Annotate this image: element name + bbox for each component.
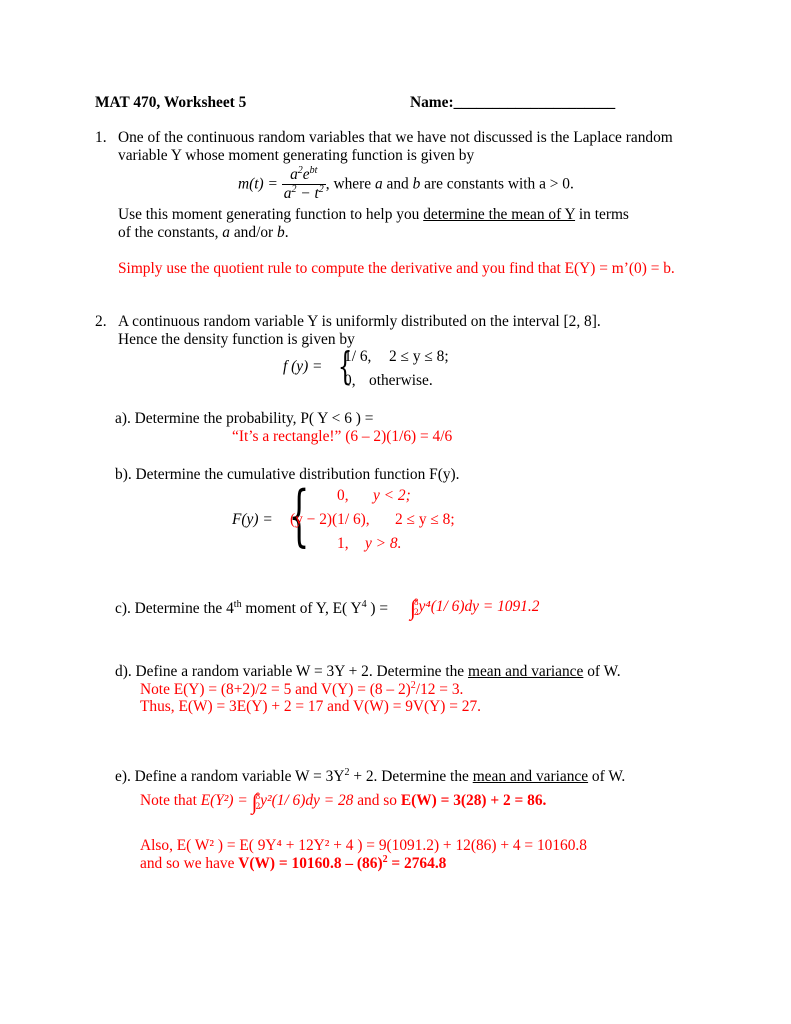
- density-case1-value: 1/ 6,: [344, 348, 372, 365]
- name-label: Name:: [410, 94, 454, 111]
- cdf-case2-value: (y − 2)(1/ 6),: [290, 511, 370, 528]
- density-case1-condition: 2 ≤ y ≤ 8;: [389, 348, 449, 365]
- density-lhs: f (y) =: [283, 358, 323, 375]
- mgf-tail: , where a and b are constants with a > 0…: [325, 175, 574, 193]
- cdf-case1-value: 0,: [337, 487, 349, 504]
- name-blank: _____________________: [453, 94, 616, 111]
- q1-underlined-task: determine the mean of Y: [423, 206, 576, 223]
- mgf-formula: m(t) = a2ebt a2 − t2 , where a and b are…: [238, 166, 574, 203]
- q2c-question: c). Determine the 4th moment of Y, E( Y4…: [115, 599, 389, 618]
- q2-number: 2.: [95, 313, 107, 330]
- name-field[interactable]: Name:_____________________: [410, 94, 615, 112]
- q1-instruction: Use this moment generating function to h…: [118, 206, 629, 223]
- q1-line1: One of the continuous random variables t…: [118, 129, 673, 146]
- cdf-case1-condition: y < 2;: [373, 487, 411, 504]
- q2e-answer-line2: Also, E( W² ) = E( 9Y⁴ + 12Y² + 4 ) = 9(…: [140, 837, 587, 854]
- q2a-answer: “It’s a rectangle!” (6 – 2)(1/6) = 4/6: [232, 428, 453, 445]
- q1-line2: variable Y whose moment generating funct…: [118, 147, 475, 164]
- q1-instruction-line2: of the constants, a and/or b.: [118, 224, 289, 241]
- q2-line1: A continuous random variable Y is unifor…: [118, 313, 601, 330]
- mgf-denominator: a2 − t2: [283, 184, 324, 203]
- q1-number: 1.: [95, 129, 107, 146]
- q2b-question: b). Determine the cumulative distributio…: [115, 466, 460, 483]
- worksheet-title: MAT 470, Worksheet 5: [95, 94, 247, 111]
- density-case2-value: 0,: [344, 372, 356, 389]
- cdf-case3-value: 1,: [337, 535, 349, 552]
- mgf-fraction: a2ebt a2 − t2: [281, 166, 326, 203]
- mgf-numerator: a2ebt: [281, 166, 326, 185]
- cdf-case2-condition: 2 ≤ y ≤ 8;: [395, 511, 455, 528]
- q1-answer: Simply use the quotient rule to compute …: [118, 260, 675, 277]
- density-case2-condition: otherwise.: [369, 372, 433, 389]
- q2e-answer-line3: and so we have V(W) = 10160.8 – (86)2 = …: [140, 854, 447, 873]
- q2e-question: e). Define a random variable W = 3Y2 + 2…: [115, 767, 626, 786]
- mgf-lhs: m(t) =: [238, 175, 278, 193]
- q2-line2: Hence the density function is given by: [118, 331, 355, 348]
- cdf-case3-condition: y > 8.: [365, 535, 402, 552]
- q2d-answer-line2: Thus, E(W) = 3E(Y) + 2 = 17 and V(W) = 9…: [140, 698, 482, 715]
- q2a-question: a). Determine the probability, P( Y < 6 …: [115, 410, 374, 427]
- cdf-lhs: F(y) =: [232, 511, 273, 528]
- q2d-answer-line1: Note E(Y) = (8+2)/2 = 5 and V(Y) = (8 – …: [140, 680, 464, 699]
- q2d-question: d). Define a random variable W = 3Y + 2.…: [115, 663, 621, 680]
- q2e-answer-line1: Note that E(Y²) = ∫ 8 2 y²(1/ 6)dy = 28 and…: [140, 789, 547, 814]
- q2c-answer: ∫ 8 2 y⁴(1/ 6)dy = 1091.2: [410, 595, 540, 620]
